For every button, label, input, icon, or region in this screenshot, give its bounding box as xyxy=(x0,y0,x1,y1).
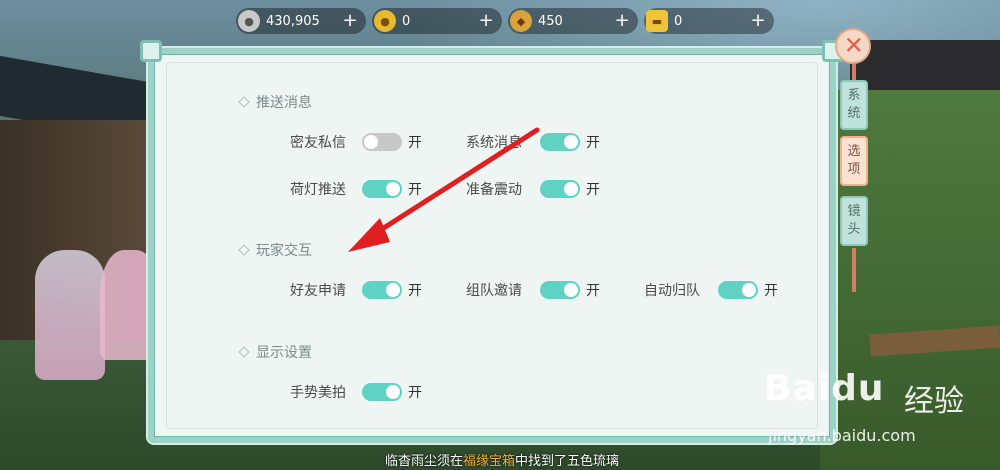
arrow-shaft xyxy=(365,127,540,241)
arrow-head xyxy=(348,218,390,252)
ticker-prefix: 临杳雨尘须在 xyxy=(384,454,463,469)
world-chat-ticker: 临杳雨尘须在福缘宝箱中找到了五色琉璃 xyxy=(332,450,672,470)
watermark-cn: 经验 xyxy=(904,384,964,419)
ticker-highlight: 福缘宝箱 xyxy=(462,454,515,469)
watermark-url: jingyan.baidu.com xyxy=(768,426,916,445)
watermark-brand: Baidu xyxy=(764,368,885,409)
ticker-suffix: 中找到了五色琉璃 xyxy=(515,454,620,469)
baidu-watermark: Baidu 经验 jingyan.baidu.com xyxy=(762,368,992,458)
